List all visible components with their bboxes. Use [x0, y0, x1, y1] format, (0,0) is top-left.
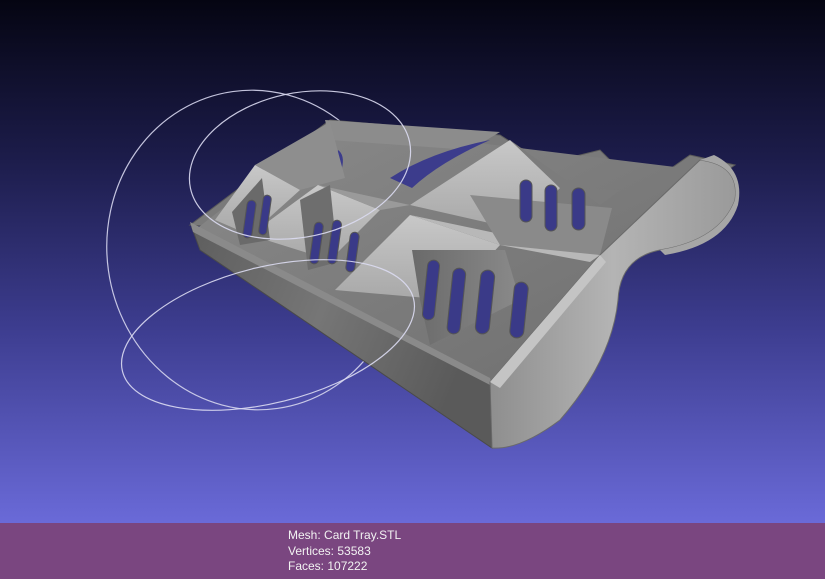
faces-value: 107222	[327, 559, 368, 573]
3d-viewport[interactable]	[0, 0, 825, 523]
mesh-info: Mesh: Card Tray.STL Vertices: 53583 Face…	[288, 528, 401, 575]
vertices-label: Vertices:	[288, 543, 335, 558]
info-bar: Mesh: Card Tray.STL Vertices: 53583 Face…	[0, 523, 825, 579]
vertices-value: 53583	[337, 543, 371, 558]
mesh-label: Mesh:	[288, 528, 321, 542]
faces-label: Faces:	[288, 559, 325, 573]
card-tray-mesh	[188, 119, 740, 449]
vertices-line: Vertices: 53583	[288, 544, 401, 560]
scene	[106, 89, 740, 449]
mesh-name: Card Tray.STL	[324, 528, 402, 542]
mesh-name-line: Mesh: Card Tray.STL	[288, 528, 401, 544]
faces-line: Faces: 107222	[288, 559, 401, 575]
